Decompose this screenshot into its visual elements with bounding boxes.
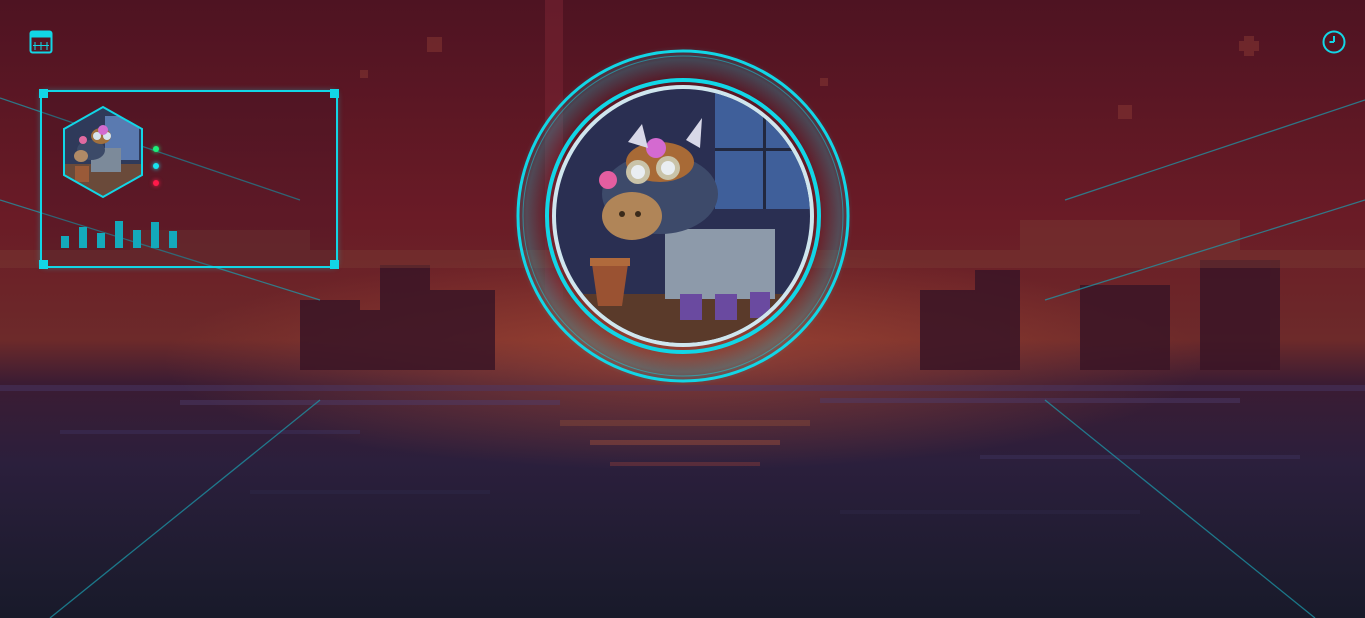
status-dot-red [153,180,159,186]
equalizer-bar [61,236,69,248]
calendar-icon [29,30,53,54]
status-dot-green [153,146,159,152]
card-corner [330,89,339,98]
equalizer-bar [115,221,123,248]
status-dot-cyan [153,163,159,169]
clock-button[interactable] [1321,29,1347,55]
equalizer-bar [169,231,177,248]
main-portrait[interactable] [510,44,856,390]
equalizer-bar [133,230,141,248]
calendar-button[interactable] [28,29,54,55]
hexagon-avatar[interactable] [61,104,145,200]
equalizer-bar [151,222,159,248]
equalizer [61,212,191,248]
equalizer-bar [97,233,105,248]
card-corner [39,89,48,98]
profile-card [39,89,339,269]
clock-icon [1322,30,1346,54]
card-corner [330,260,339,269]
equalizer-bar [79,227,87,248]
card-corner [39,260,48,269]
